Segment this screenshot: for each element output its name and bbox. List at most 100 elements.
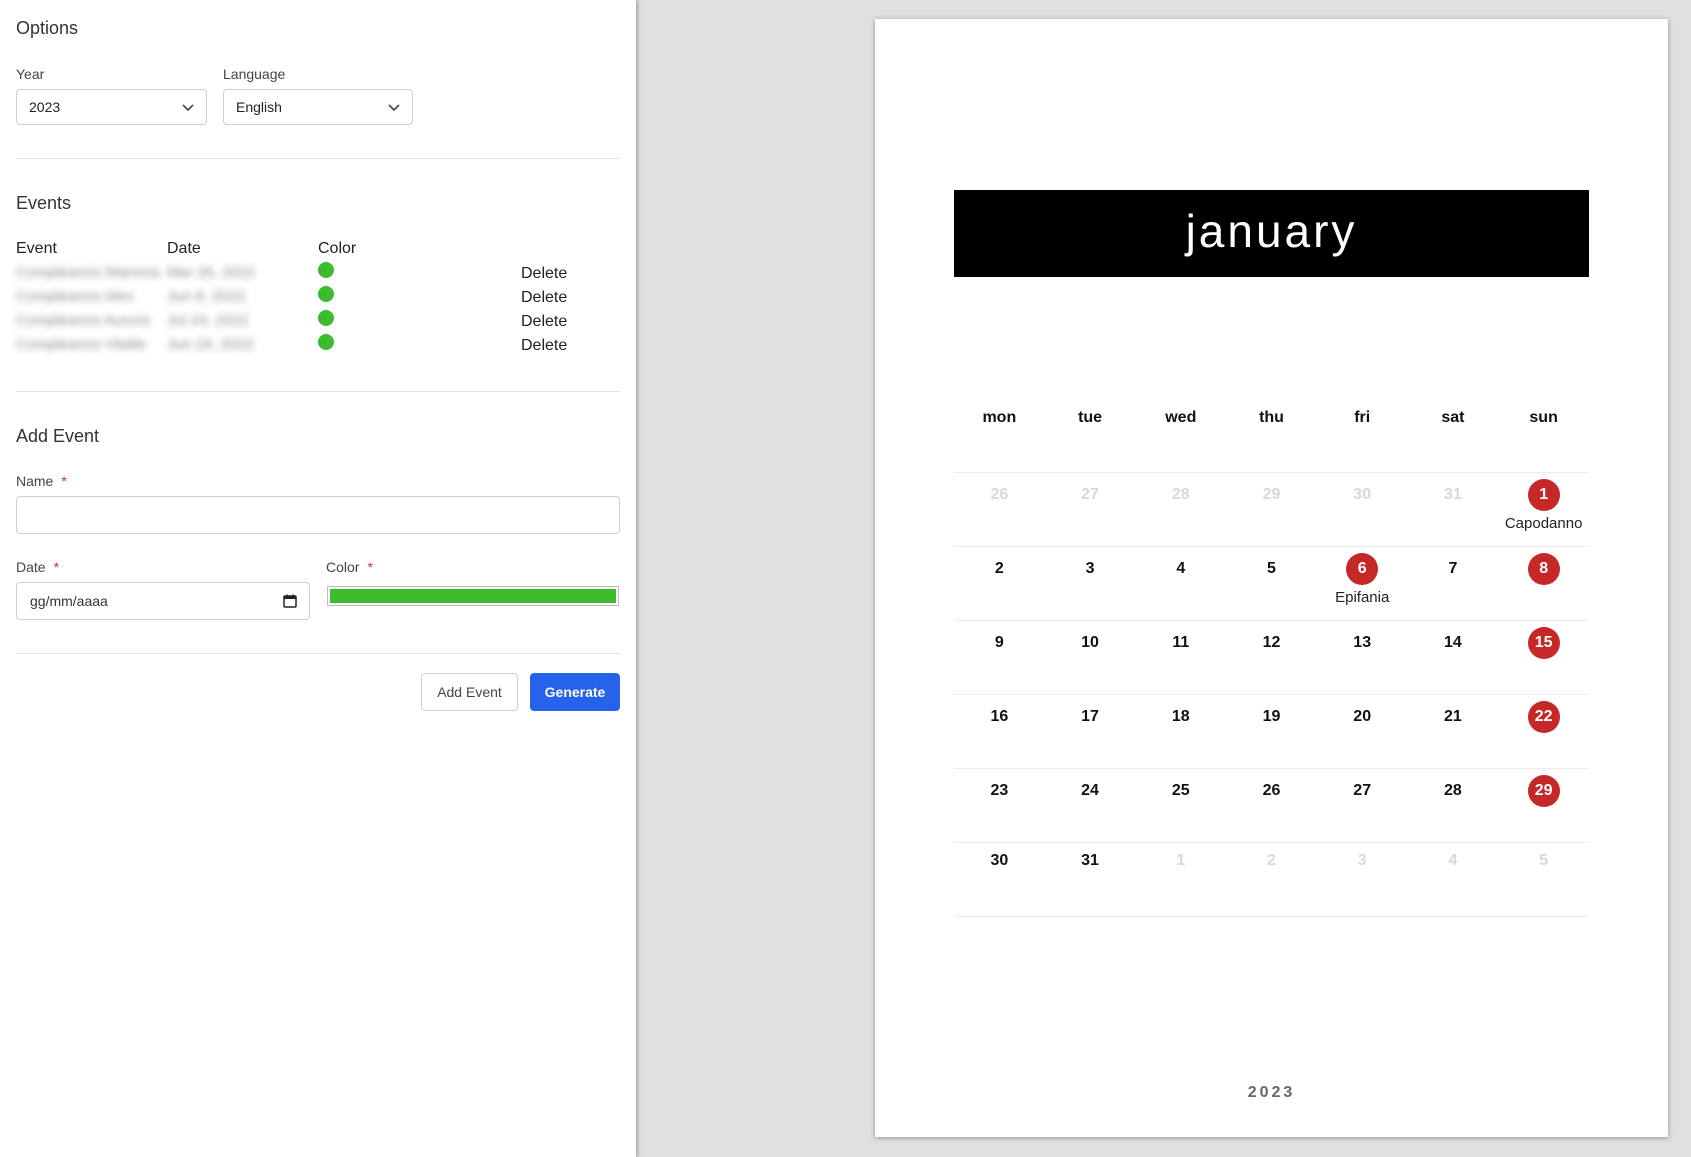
language-select[interactable]: English xyxy=(223,89,413,125)
week-divider xyxy=(954,916,1589,917)
day-number: 8 xyxy=(1527,553,1560,585)
day-cell: 2 xyxy=(1227,852,1317,870)
day-cell: 3 xyxy=(1317,852,1407,870)
week-divider xyxy=(954,546,1589,547)
day-cell: 31 xyxy=(1045,852,1135,870)
required-mark: * xyxy=(367,559,373,575)
events-header-color: Color xyxy=(318,240,357,257)
day-number: 4 xyxy=(1176,560,1186,577)
month-title: january xyxy=(1185,205,1358,257)
holiday-day-cell: 15 xyxy=(1499,627,1589,659)
day-number: 27 xyxy=(1353,782,1372,799)
options-panel: Options Year 2023 Language English Event… xyxy=(0,0,636,1157)
event-date: Mar 26, 2022 xyxy=(167,264,256,281)
holiday-label: Capodanno xyxy=(1504,515,1583,532)
table-row: Compleanno Vitalie Jun 16, 2022 Delete xyxy=(16,334,616,356)
generate-button[interactable]: Generate xyxy=(530,673,620,711)
day-cell: 19 xyxy=(1227,708,1317,726)
weekday-label: sat xyxy=(1441,409,1465,426)
day-number: 5 xyxy=(1267,560,1276,577)
language-select-value: English xyxy=(236,99,282,115)
date-input[interactable]: gg/mm/aaaa xyxy=(16,582,310,620)
day-number: 3 xyxy=(1357,852,1367,869)
divider xyxy=(16,158,620,159)
divider xyxy=(16,391,620,392)
day-number: 1 xyxy=(1527,479,1560,511)
holiday-day-cell: 29 xyxy=(1499,775,1589,807)
event-name: Compleanno Mamma xyxy=(16,264,160,281)
holiday-label: Epifania xyxy=(1335,589,1390,606)
events-header-date: Date xyxy=(167,240,201,257)
day-cell: 28 xyxy=(1408,782,1498,800)
add-event-button[interactable]: Add Event xyxy=(421,673,518,711)
day-number: 19 xyxy=(1262,708,1281,725)
color-picker[interactable] xyxy=(327,586,619,606)
event-date: Jun 16, 2022 xyxy=(167,336,254,353)
event-color-dot xyxy=(318,286,334,302)
day-number: 14 xyxy=(1444,634,1462,651)
delete-event-button[interactable]: Delete xyxy=(521,337,567,355)
day-cell: 17 xyxy=(1045,708,1135,726)
week-divider xyxy=(954,694,1589,695)
year-select[interactable]: 2023 xyxy=(16,89,207,125)
day-number: 30 xyxy=(990,852,1009,869)
day-number: 10 xyxy=(1081,634,1099,651)
day-number: 20 xyxy=(1353,708,1372,725)
day-cell: 20 xyxy=(1317,708,1407,726)
weekday-label: thu xyxy=(1259,409,1284,426)
table-row: Compleanno Alex Jun 8, 2022 Delete xyxy=(16,286,616,308)
event-name: Compleanno Alex xyxy=(16,288,134,305)
day-number: 29 xyxy=(1527,775,1560,807)
day-cell: 25 xyxy=(1136,782,1226,800)
day-number: 4 xyxy=(1448,852,1458,869)
event-date: Jun 8, 2022 xyxy=(167,288,246,305)
day-number: 31 xyxy=(1444,486,1462,503)
events-title: Events xyxy=(16,193,72,213)
day-cell: 27 xyxy=(1317,782,1407,800)
day-number: 7 xyxy=(1448,560,1458,577)
color-swatch xyxy=(330,589,616,603)
day-number: 26 xyxy=(990,486,1009,503)
day-cell: 1 xyxy=(1136,852,1226,870)
day-cell: 24 xyxy=(1045,782,1135,800)
event-name: Compleanno Vitalie xyxy=(16,336,146,353)
event-color-dot xyxy=(318,262,334,278)
day-number: 12 xyxy=(1262,634,1281,651)
day-number: 17 xyxy=(1081,708,1099,725)
day-cell: 26 xyxy=(1227,782,1317,800)
divider xyxy=(16,653,620,654)
weekday-label: tue xyxy=(1078,409,1103,426)
table-row: Compleanno Mamma Mar 26, 2022 Delete xyxy=(16,262,616,284)
year-select-value: 2023 xyxy=(29,99,61,115)
delete-event-button[interactable]: Delete xyxy=(521,265,567,283)
day-cell: 23 xyxy=(954,782,1044,800)
language-label: Language xyxy=(223,66,286,82)
calendar-icon[interactable] xyxy=(283,594,297,608)
day-number: 23 xyxy=(990,782,1009,799)
name-input[interactable] xyxy=(16,496,620,534)
name-label-text: Name xyxy=(16,473,54,489)
delete-event-button[interactable]: Delete xyxy=(521,313,567,331)
color-label-text: Color xyxy=(326,559,360,575)
day-number: 26 xyxy=(1262,782,1281,799)
delete-event-button[interactable]: Delete xyxy=(521,289,567,307)
day-cell: 26 xyxy=(954,486,1044,504)
day-cell: 9 xyxy=(954,634,1044,652)
name-label: Name * xyxy=(16,473,67,489)
weekday-label: mon xyxy=(982,409,1017,426)
day-number: 28 xyxy=(1444,782,1462,799)
day-number: 22 xyxy=(1527,701,1560,733)
day-cell: 4 xyxy=(1408,852,1498,870)
weekday-label: wed xyxy=(1165,409,1197,426)
event-color-dot xyxy=(318,310,334,326)
chevron-down-icon xyxy=(388,104,400,112)
calendar-preview: january mon tue wed thu fri sat sun 26 27 28 29 30… xyxy=(875,19,1668,1137)
year-label: Year xyxy=(16,66,45,82)
day-number: 2 xyxy=(1267,852,1276,869)
day-cell: 28 xyxy=(1136,486,1226,504)
day-cell: 4 xyxy=(1136,560,1226,578)
add-event-title: Add Event xyxy=(16,426,100,446)
year-footer: 2023 xyxy=(1247,1084,1296,1101)
required-mark: * xyxy=(61,473,67,489)
day-number: 2 xyxy=(994,560,1004,577)
